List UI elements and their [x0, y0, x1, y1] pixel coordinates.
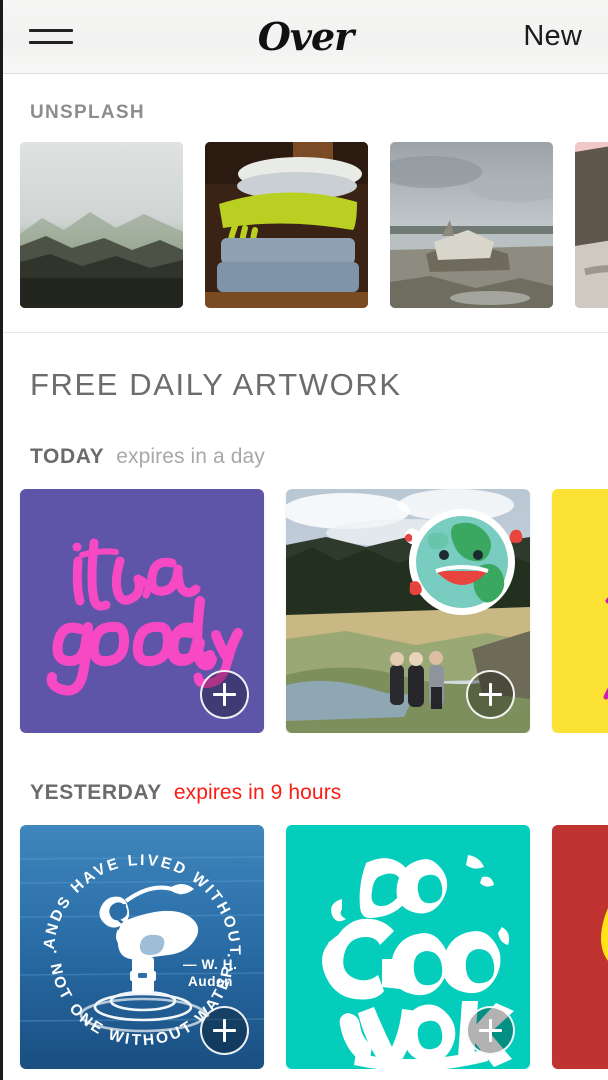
- unsplash-section-label: UNSPLASH: [30, 102, 145, 123]
- unsplash-photo-carousel[interactable]: [3, 142, 608, 308]
- add-artwork-button[interactable]: [200, 1006, 249, 1055]
- add-artwork-button[interactable]: [200, 670, 249, 719]
- artwork-card-happy-earth-photo[interactable]: [286, 489, 530, 733]
- artwork-group-header-today: TODAY expires in a day: [3, 445, 608, 469]
- unsplash-photo-stacked-knit-blankets[interactable]: [205, 142, 368, 308]
- new-project-button[interactable]: New: [523, 20, 582, 53]
- app-logo: Over: [257, 13, 354, 59]
- hamburger-line-1: [29, 29, 73, 32]
- artwork-card-do-good-work[interactable]: [286, 825, 530, 1069]
- app-root: Over New UNSPLASH FREE DAILY ARTWORK TOD…: [0, 0, 608, 1080]
- artwork-card-rise-and-grind[interactable]: [552, 489, 608, 733]
- svg-text:— W. H.: — W. H.: [183, 957, 237, 972]
- expiry-label-today: expires in a day: [116, 445, 265, 468]
- unsplash-photo-rocky-coast-cliff[interactable]: [575, 142, 608, 308]
- artwork-card-create-today[interactable]: [552, 825, 608, 1069]
- artwork-group-header-yesterday: YESTERDAY expires in 9 hours: [3, 781, 608, 805]
- day-label-yesterday: YESTERDAY: [30, 781, 162, 804]
- hamburger-line-2: [29, 41, 73, 44]
- app-header: Over New: [3, 0, 608, 74]
- free-daily-artwork-section: FREE DAILY ARTWORK TODAY expires in a da…: [3, 333, 608, 1069]
- day-label-today: TODAY: [30, 445, 105, 468]
- artwork-carousel-today[interactable]: [3, 489, 608, 733]
- unsplash-photo-misty-forest-valley[interactable]: [20, 142, 183, 308]
- svg-text:Auden: Auden: [188, 974, 233, 989]
- artwork-section-title: FREE DAILY ARTWORK: [30, 367, 402, 402]
- artwork-card-auden-water-quote[interactable]: THOUSANDS HAVE LIVED WITHOUT LOVE · NOT …: [20, 825, 264, 1069]
- add-artwork-button[interactable]: [466, 1006, 515, 1055]
- hamburger-menu-icon[interactable]: [29, 22, 73, 52]
- artwork-carousel-yesterday[interactable]: THOUSANDS HAVE LIVED WITHOUT LOVE · NOT …: [3, 825, 608, 1069]
- unsplash-section: UNSPLASH: [3, 74, 608, 333]
- artwork-card-its-a-good-day[interactable]: [20, 489, 264, 733]
- add-artwork-button[interactable]: [466, 670, 515, 719]
- expiry-label-yesterday: expires in 9 hours: [173, 781, 342, 804]
- unsplash-photo-shipwreck-shoreline[interactable]: [390, 142, 553, 308]
